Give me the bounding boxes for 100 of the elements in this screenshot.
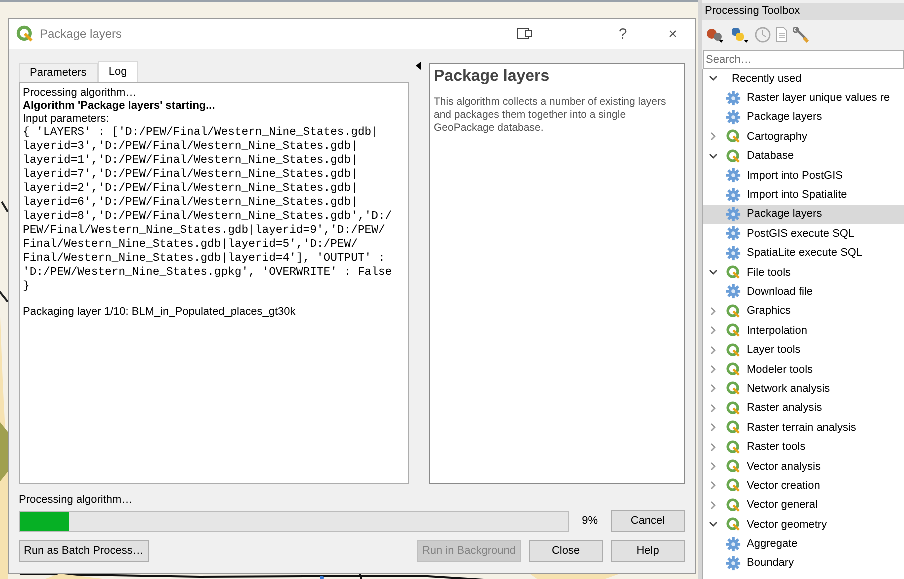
log-heading: Algorithm 'Package layers' starting... <box>23 100 216 113</box>
qgis-icon <box>726 517 741 532</box>
chevron-right-icon[interactable] <box>709 326 718 336</box>
qgis-icon <box>726 440 741 455</box>
chevron-right-icon[interactable] <box>709 404 718 413</box>
tree-item[interactable]: Layer tools <box>703 340 904 360</box>
tree-item[interactable]: Raster tools <box>703 437 904 457</box>
qgis-icon <box>16 25 34 43</box>
dialog-button[interactable]: Close <box>529 540 603 562</box>
help-title: Package layers <box>434 68 551 86</box>
gear-icon <box>726 556 741 571</box>
tree-item[interactable]: Database <box>703 146 904 166</box>
tree-item[interactable]: Graphics <box>703 302 904 322</box>
tree-item[interactable]: Network analysis <box>703 379 904 399</box>
log-line: Processing algorithm… <box>23 87 138 100</box>
progress-label: Processing algorithm… <box>19 494 134 506</box>
log-code-line: } <box>23 280 31 294</box>
qgis-icon <box>726 304 741 319</box>
gear-icon <box>726 110 741 125</box>
panel-title: Processing Toolbox <box>702 3 904 20</box>
tree-item[interactable]: Raster terrain analysis <box>703 418 904 438</box>
tree-item[interactable]: Vector general <box>703 496 904 515</box>
chevron-right-icon[interactable] <box>709 423 718 432</box>
qgis-icon <box>726 323 741 338</box>
tree-item[interactable]: Import into PostGIS <box>703 166 904 186</box>
tree-item[interactable]: Interpolation <box>703 321 904 340</box>
qgis-icon <box>726 362 741 378</box>
tree-item[interactable]: Vector creation <box>703 476 904 496</box>
tree-item[interactable]: Cartography <box>703 127 904 147</box>
log-code-line: layerid=1','D:/PEW/Final/Western_Nine_States.gdb| <box>23 154 359 168</box>
clock-icon[interactable] <box>755 27 771 43</box>
log-code-line: layerid=2','D:/PEW/Final/Western_Nine_States.gdb| <box>23 182 359 196</box>
chevron-right-icon[interactable] <box>709 442 718 452</box>
log-code-line: PEW/Final/Western_Nine_States.gdb|layerid=9','D:/PEW/ <box>23 224 386 238</box>
qgis-icon <box>726 478 741 494</box>
tree-item[interactable]: Download file <box>703 282 904 302</box>
qgis-icon <box>726 381 741 396</box>
gear-icon <box>726 206 741 222</box>
gear-icon <box>726 90 741 106</box>
window-icon[interactable] <box>517 28 533 40</box>
chevron-right-icon[interactable] <box>709 500 718 510</box>
chevron-right-icon[interactable] <box>709 481 718 490</box>
gear-icon <box>726 284 741 300</box>
tree-item[interactable]: Raster layer unique values re <box>703 88 904 108</box>
gear-icon <box>726 536 741 552</box>
tree-item[interactable]: SpatiaLite execute SQL <box>703 244 904 263</box>
collapse-arrow-icon[interactable] <box>415 62 423 70</box>
chevron-right-icon[interactable] <box>709 132 718 142</box>
chevron-down-icon[interactable] <box>709 520 718 530</box>
tree-item[interactable]: Modeler tools <box>703 360 904 380</box>
tree-item[interactable]: PostGIS execute SQL <box>703 224 904 244</box>
progress-reading: 9% <box>581 515 600 527</box>
gear-icon <box>726 188 741 203</box>
tree-item[interactable]: Aggregate <box>703 534 904 554</box>
gear-icon <box>726 168 741 184</box>
chevron-down-icon[interactable] <box>709 152 718 161</box>
chevron-down-icon[interactable] <box>709 268 718 278</box>
qgis-icon <box>726 342 741 358</box>
tree-item[interactable]: Vector geometry <box>703 514 904 534</box>
close-button[interactable]: × <box>651 26 695 42</box>
wrench-icon[interactable] <box>793 27 809 43</box>
log-code-line: layerid=6','D:/PEW/Final/Western_Nine_States.gdb| <box>23 196 359 210</box>
log-code-line: 'D:/PEW/Western_Nine_States.gpkg', 'OVERWRITE' : False <box>23 266 394 280</box>
qgis-icon <box>726 129 741 144</box>
qgis-icon <box>726 459 741 474</box>
window-title: Package layers <box>40 27 124 41</box>
chevron-right-icon[interactable] <box>709 306 718 316</box>
qgis-icon <box>726 420 741 436</box>
qgis-icon <box>726 400 741 416</box>
help-text: This algorithm collects a number of existing layers and packages them together into a single GeoPackage database. <box>434 96 668 135</box>
dialog-button[interactable]: Help <box>611 540 685 562</box>
log-code-line: Final/Western_Nine_States.gdb|layerid=5','D:/PEW/ <box>23 238 359 252</box>
chevron-right-icon[interactable] <box>709 346 718 355</box>
gear-icon <box>726 226 741 242</box>
log-code-line: { 'LAYERS' : ['D:/PEW/Final/Western_Nine_States.gdb| <box>23 126 380 140</box>
tree-item[interactable]: Raster analysis <box>703 398 904 418</box>
search-field[interactable]: Search… <box>703 50 904 69</box>
tree-item[interactable]: Package layers <box>703 204 904 224</box>
tree-item[interactable]: Package layers <box>703 108 904 128</box>
tree-item[interactable]: File tools <box>703 262 904 282</box>
log-code-line: Final/Western_Nine_States.gdb|layerid=4'], 'OUTPUT' : <box>23 252 386 266</box>
tree-item[interactable]: Boundary <box>703 554 904 574</box>
dialog-button[interactable]: Run as Batch Process… <box>19 540 149 562</box>
chevron-down-icon[interactable] <box>709 74 718 84</box>
log-code-line: layerid=7','D:/PEW/Final/Western_Nine_States.gdb| <box>23 168 359 182</box>
dialog-button[interactable]: Cancel <box>611 510 685 532</box>
qgis-icon <box>726 265 741 280</box>
log-line: Input parameters: <box>23 113 110 126</box>
tree-item[interactable]: Import into Spatialite <box>703 185 904 205</box>
tree-item[interactable]: Vector analysis <box>703 456 904 476</box>
help-button[interactable]: ? <box>601 26 645 42</box>
tree-item[interactable]: Recently used <box>703 69 904 88</box>
chevron-right-icon[interactable] <box>709 462 718 471</box>
log-line: Packaging layer 1/10: BLM_in_Populated_places_gt30k <box>23 306 297 319</box>
gear-icon <box>726 246 741 261</box>
log-code-line: layerid=3','D:/PEW/Final/Western_Nine_States.gdb| <box>23 140 359 154</box>
tab[interactable]: Log <box>98 61 138 82</box>
qgis-icon <box>726 498 741 513</box>
document-icon[interactable] <box>776 27 788 43</box>
tab[interactable]: Parameters <box>19 63 98 82</box>
